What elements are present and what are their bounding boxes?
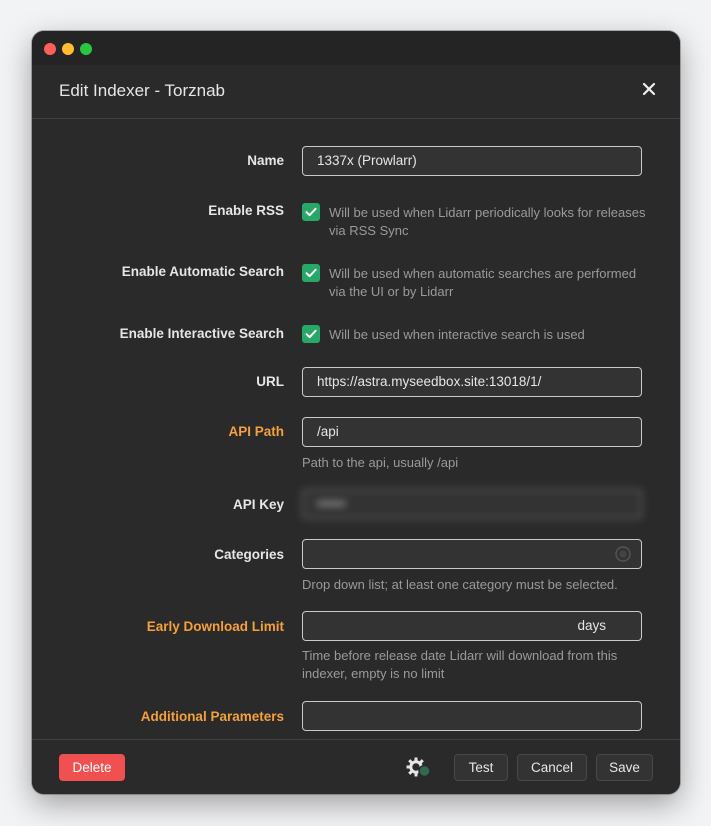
select-circle-icon bbox=[615, 546, 631, 562]
api-key-label: API Key bbox=[232, 497, 284, 512]
additional-params-input[interactable] bbox=[302, 701, 642, 731]
name-label: Name bbox=[247, 153, 284, 168]
categories-help: Drop down list; at least one category mu… bbox=[302, 577, 618, 592]
modal-body: Name 1337x (Prowlarr) Enable RSS Will be… bbox=[32, 119, 680, 739]
modal-header: Edit Indexer - Torznab bbox=[32, 65, 680, 119]
window-close-dot[interactable] bbox=[44, 43, 56, 55]
enable-auto-help: Will be used when automatic searches are… bbox=[329, 266, 637, 299]
enable-auto-checkbox[interactable] bbox=[302, 264, 320, 282]
name-input[interactable]: 1337x (Prowlarr) bbox=[302, 146, 642, 176]
advanced-settings-gear-icon bbox=[406, 757, 431, 778]
api-path-help: Path to the api, usually /api bbox=[302, 455, 459, 470]
url-input[interactable]: https://astra.myseedbox.site:13018/1/ bbox=[302, 367, 642, 397]
enable-rss-checkbox[interactable] bbox=[302, 203, 320, 221]
enable-rss-label: Enable RSS bbox=[208, 203, 284, 218]
categories-select[interactable] bbox=[302, 539, 642, 569]
window-maximize-dot[interactable] bbox=[80, 43, 92, 55]
check-icon bbox=[305, 207, 317, 217]
enable-interactive-label: Enable Interactive Search bbox=[119, 326, 284, 341]
enable-interactive-checkbox[interactable] bbox=[302, 325, 320, 343]
modal-title: Edit Indexer - Torznab bbox=[59, 81, 225, 100]
url-label: URL bbox=[256, 374, 284, 389]
save-button[interactable]: Save bbox=[596, 754, 653, 781]
check-icon bbox=[305, 268, 317, 278]
edit-indexer-modal: Edit Indexer - Torznab Name 1337x (Prowl… bbox=[32, 31, 680, 794]
test-button[interactable]: Test bbox=[454, 754, 508, 781]
enable-auto-label: Enable Automatic Search bbox=[121, 264, 284, 279]
cancel-button[interactable]: Cancel bbox=[517, 754, 587, 781]
enable-rss-help: Will be used when Lidarr periodically lo… bbox=[329, 205, 646, 238]
early-download-input[interactable]: days bbox=[302, 611, 642, 641]
early-download-label: Early Download Limit bbox=[146, 619, 284, 634]
close-icon bbox=[642, 82, 656, 96]
delete-button[interactable]: Delete bbox=[59, 754, 125, 781]
additional-params-label: Additional Parameters bbox=[140, 709, 284, 724]
api-path-label: API Path bbox=[228, 424, 284, 439]
early-download-suffix: days bbox=[577, 618, 606, 633]
categories-label: Categories bbox=[214, 547, 284, 562]
check-icon bbox=[305, 329, 317, 339]
close-button[interactable] bbox=[638, 78, 660, 100]
window-titlebar bbox=[32, 31, 680, 65]
modal-footer: Delete Test Cancel Save bbox=[32, 739, 680, 794]
enable-interactive-help: Will be used when interactive search is … bbox=[329, 327, 585, 342]
early-download-help: Time before release date Lidarr will dow… bbox=[302, 648, 618, 681]
api-key-input[interactable]: •••••• bbox=[302, 489, 642, 519]
advanced-settings-toggle[interactable] bbox=[406, 756, 434, 780]
api-path-input[interactable]: /api bbox=[302, 417, 642, 447]
window-minimize-dot[interactable] bbox=[62, 43, 74, 55]
